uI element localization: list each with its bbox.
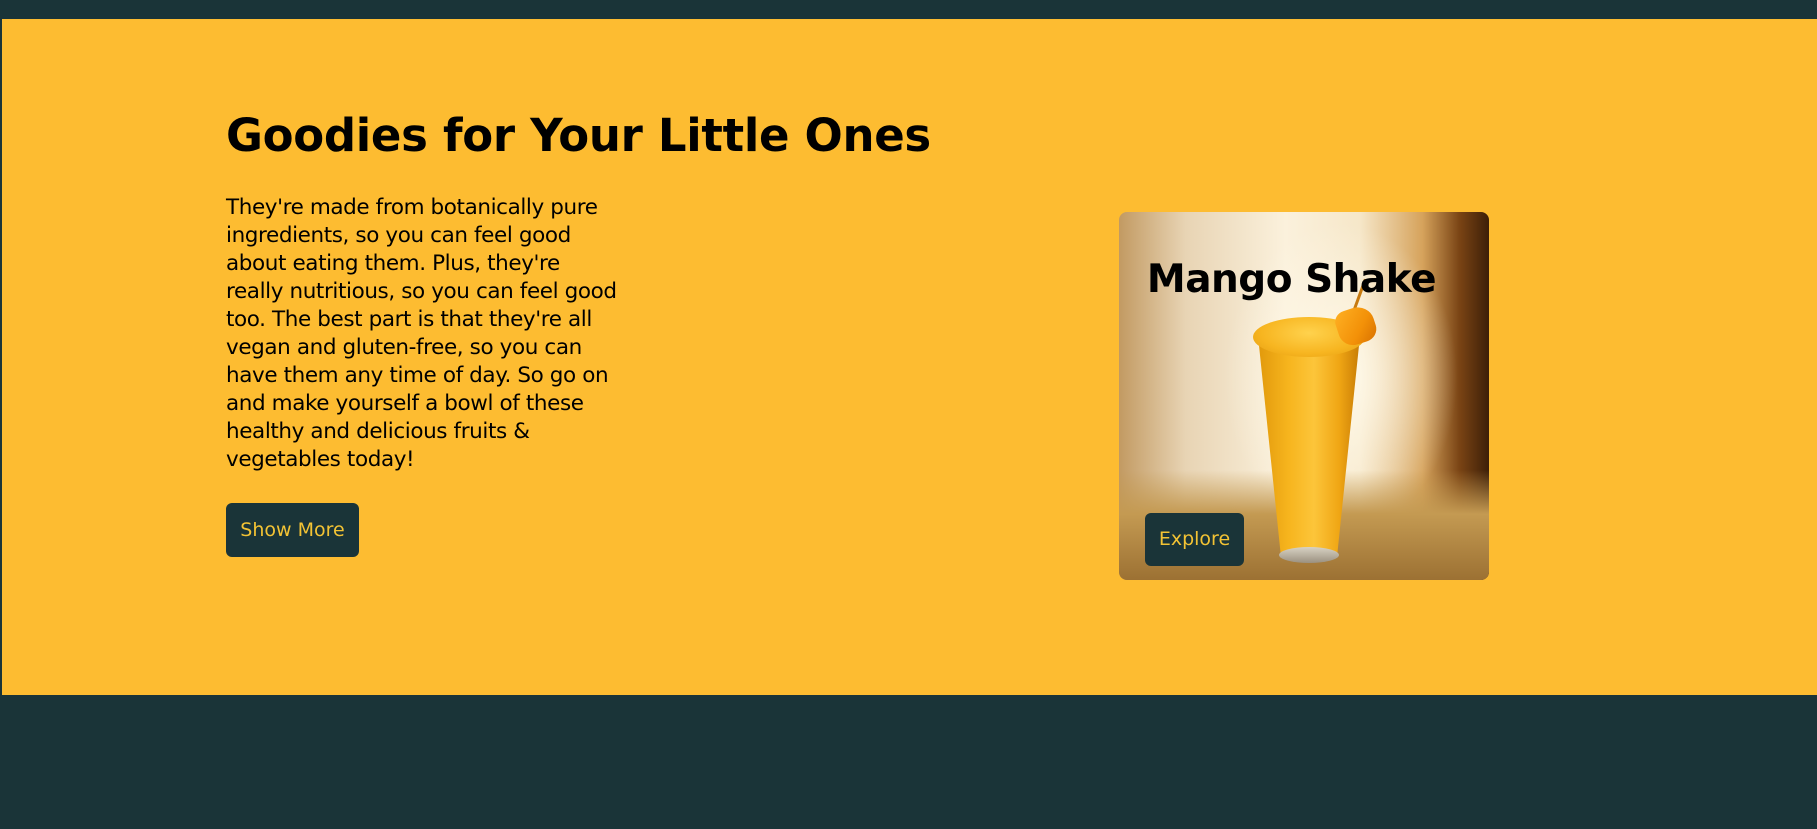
glass-base <box>1279 547 1339 563</box>
hero-heading: Goodies for Your Little Ones <box>226 109 931 162</box>
show-more-button[interactable]: Show More <box>226 503 359 557</box>
footer <box>0 695 1817 829</box>
card-title: Mango Shake <box>1146 257 1437 302</box>
product-card[interactable]: Mango Shake Explore <box>1119 212 1489 580</box>
hero-description: They're made from botanically pure ingre… <box>226 195 617 472</box>
top-bar <box>0 0 1817 19</box>
explore-button[interactable]: Explore <box>1145 513 1244 566</box>
